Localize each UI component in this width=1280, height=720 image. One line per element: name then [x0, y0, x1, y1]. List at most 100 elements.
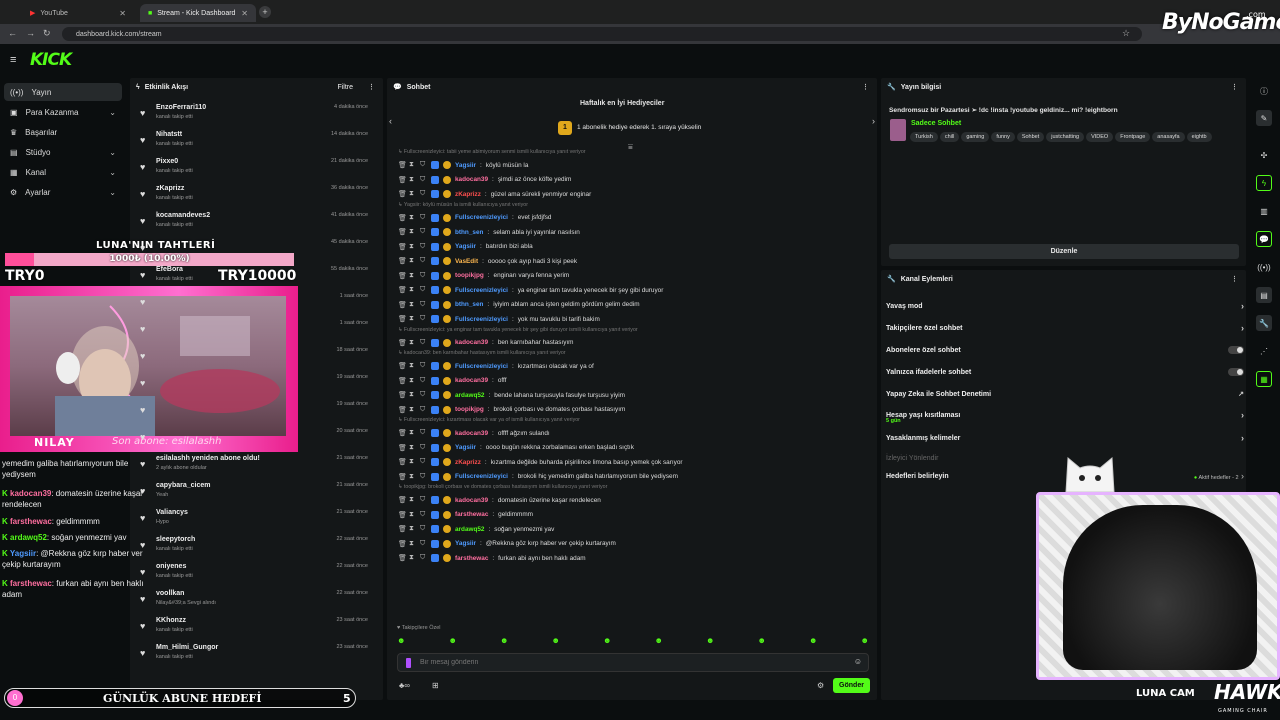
activity-item[interactable]: ♥ capybara_cicem Yeah 21 saat önce	[136, 480, 376, 506]
chat-message[interactable]: 🗑 ⧗ ⛉ VasEdit: ooooo çok ayıp hadi 3 kişi pe…	[398, 254, 868, 268]
more-vertical-icon[interactable]: ⋮	[862, 83, 869, 91]
ban-icon[interactable]: ⛉	[420, 190, 427, 198]
chevron-right-icon[interactable]: ›	[1241, 410, 1244, 420]
chevron-right-icon[interactable]: ›	[1241, 433, 1244, 443]
activity-username[interactable]: esilalashh yeniden abone oldu!	[156, 455, 260, 462]
chat-message[interactable]: 🗑 ⧗ ⛉ ardawq52: bende lahana turşusuyla fasu…	[398, 388, 868, 402]
hamburger-menu-icon[interactable]: ≡	[10, 54, 16, 66]
chat-message[interactable]: 🗑 ⧗ ⛉ zKaprizz: güzel ama sürekli yenmiyor e…	[398, 187, 868, 201]
chat-message[interactable]: 🗑 ⧗ ⛉ kadocan39: offff ağzım sulandı	[398, 426, 868, 440]
points-icon[interactable]: ♣∞	[399, 681, 410, 690]
activity-username[interactable]: EnzoFerrari110	[156, 104, 206, 111]
ban-icon[interactable]: ⛉	[420, 473, 427, 481]
delete-icon[interactable]: 🗑	[398, 176, 407, 184]
chat-username[interactable]: zKaprizz	[455, 459, 481, 466]
chat-message[interactable]: 🗑 ⧗ ⛉ Fullscreenizleyici: yok mu tavuklu bi …	[398, 312, 868, 326]
timeout-icon[interactable]: ⧗	[409, 176, 416, 184]
delete-icon[interactable]: 🗑	[398, 190, 407, 198]
timeout-icon[interactable]: ⧗	[409, 315, 416, 323]
active-goals-indicator[interactable]: ● Aktif hedefler - 2 ›	[1194, 471, 1244, 481]
timeout-icon[interactable]: ⧗	[409, 429, 416, 437]
chat-username[interactable]: kadocan39	[455, 377, 488, 384]
chat-username[interactable]: Fullscreenizleyici	[455, 214, 508, 221]
timeout-icon[interactable]: ⧗	[409, 161, 416, 169]
emote-icon[interactable]: ☻	[706, 636, 714, 648]
timeout-icon[interactable]: ⧗	[409, 362, 416, 370]
more-vertical-icon[interactable]: ⋮	[368, 83, 375, 91]
emote-icon[interactable]: ☻	[758, 636, 766, 648]
activity-username[interactable]: voollkan	[156, 590, 184, 597]
activity-username[interactable]: Nihatstt	[156, 131, 182, 138]
ban-icon[interactable]: ⛉	[420, 525, 427, 533]
chat-message[interactable]: 🗑 ⧗ ⛉ kadocan39: domatesin üzerine kaşar ren…	[398, 493, 868, 507]
timeout-icon[interactable]: ⧗	[409, 228, 416, 236]
delete-icon[interactable]: 🗑	[398, 339, 407, 347]
ban-icon[interactable]: ⛉	[420, 511, 427, 519]
channel-action-item[interactable]: Hesap yaşı kısıtlaması 5 gün ›	[886, 406, 1244, 424]
timeout-icon[interactable]: ⧗	[409, 525, 416, 533]
activity-item[interactable]: ♥ 19 saat önce	[136, 399, 376, 425]
chat-username[interactable]: ardawq52	[455, 526, 484, 533]
stream-tag[interactable]: anasayfa	[1152, 132, 1185, 142]
timeout-icon[interactable]: ⧗	[409, 496, 416, 504]
stream-tag[interactable]: funny	[991, 132, 1015, 142]
chat-message[interactable]: 🗑 ⧗ ⛉ Yagsiir: köylü müsün la	[398, 158, 868, 172]
timeout-icon[interactable]: ⧗	[409, 511, 416, 519]
emoji-icon[interactable]: ☺	[854, 657, 862, 666]
chat-input[interactable]	[420, 656, 840, 669]
activity-username[interactable]: sleepytorch	[156, 536, 195, 543]
emote-icon[interactable]: ☻	[655, 636, 663, 648]
activity-item[interactable]: ♥ 18 saat önce	[136, 345, 376, 371]
activity-item[interactable]: ♥ esilalashh yeniden abone oldu! 2 aylık a…	[136, 453, 376, 479]
kick-logo[interactable]: KICK	[30, 50, 72, 70]
chat-username[interactable]: zKaprizz	[455, 191, 481, 198]
external-link-icon[interactable]: ↗	[1238, 390, 1244, 398]
activity-item[interactable]: ♥ 1 saat önce	[136, 318, 376, 344]
ban-icon[interactable]: ⛉	[420, 214, 427, 222]
send-button[interactable]: Gönder	[833, 678, 870, 693]
chat-message[interactable]: 🗑 ⧗ ⛉ Fullscreenizleyici: brokoli hiç yemedi…	[398, 470, 868, 484]
chat-username[interactable]: toopikjpg	[455, 406, 484, 413]
toggle-switch[interactable]	[1228, 346, 1244, 354]
channel-action-item[interactable]: Yavaş mod ›	[886, 297, 1244, 315]
ban-icon[interactable]: ⛉	[420, 554, 427, 562]
ban-icon[interactable]: ⛉	[420, 161, 427, 169]
chat-message[interactable]: 🗑 ⧗ ⛉ toopikjpg: brokoli çorbası ve domates …	[398, 403, 868, 417]
toggle-switch[interactable]	[1228, 368, 1244, 376]
chat-settings-gear-icon[interactable]: ⚙	[817, 681, 824, 690]
delete-icon[interactable]: 🗑	[398, 406, 407, 414]
activity-username[interactable]: zKaprizz	[156, 185, 184, 192]
chat-message[interactable]: 🗑 ⧗ ⛉ Fullscreenizleyici: ya enginar tam tav…	[398, 283, 868, 297]
activity-username[interactable]: capybara_cicem	[156, 482, 210, 489]
delete-icon[interactable]: 🗑	[398, 429, 407, 437]
timeout-icon[interactable]: ⧗	[409, 301, 416, 309]
delete-icon[interactable]: 🗑	[398, 214, 407, 222]
delete-icon[interactable]: 🗑	[398, 554, 407, 562]
chat-username[interactable]: ardawq52	[455, 392, 484, 399]
activity-item[interactable]: ♥ 1 saat önce	[136, 291, 376, 317]
activity-item[interactable]: ♥ kocamandeves2 kanalı takip etti 41 dakika…	[136, 210, 376, 236]
stream-tag[interactable]: Turkish	[910, 132, 938, 142]
chat-message[interactable]: 🗑 ⧗ ⛉ farsthewac: geldimmmm	[398, 508, 868, 522]
chat-username[interactable]: Yagsiir	[455, 540, 476, 547]
channel-action-item[interactable]: Takipçilere özel sohbet ›	[886, 319, 1244, 337]
more-vertical-icon[interactable]: ⋮	[1231, 275, 1238, 283]
timeout-icon[interactable]: ⧗	[409, 339, 416, 347]
ban-icon[interactable]: ⛉	[420, 257, 427, 265]
chat-message[interactable]: 🗑 ⧗ ⛉ Fullscreenizleyici: kızartması olacak …	[398, 359, 868, 373]
new-tab-button[interactable]: +	[259, 6, 271, 18]
address-bar[interactable]: dashboard.kick.com/stream	[62, 27, 1142, 41]
timeout-icon[interactable]: ⧗	[409, 272, 416, 280]
chat-message[interactable]: 🗑 ⧗ ⛉ toopikjpg: enginarı varya fenna yerim	[398, 269, 868, 283]
chat-username[interactable]: Fullscreenizleyici	[455, 363, 508, 370]
timeout-icon[interactable]: ⧗	[409, 473, 416, 481]
delete-icon[interactable]: 🗑	[398, 511, 407, 519]
activity-item[interactable]: ♥ Mm_Hilmi_Gungor kanalı takip etti 23 saat…	[136, 642, 376, 668]
activity-username[interactable]: Valiancys	[156, 509, 188, 516]
emote-icon[interactable]: ☻	[603, 636, 611, 648]
delete-icon[interactable]: 🗑	[398, 243, 407, 251]
chevron-right-icon[interactable]: ›	[1241, 301, 1244, 311]
ban-icon[interactable]: ⛉	[420, 243, 427, 251]
chat-username[interactable]: farsthewac	[455, 511, 488, 518]
emote-icon[interactable]: ☻	[809, 636, 817, 648]
